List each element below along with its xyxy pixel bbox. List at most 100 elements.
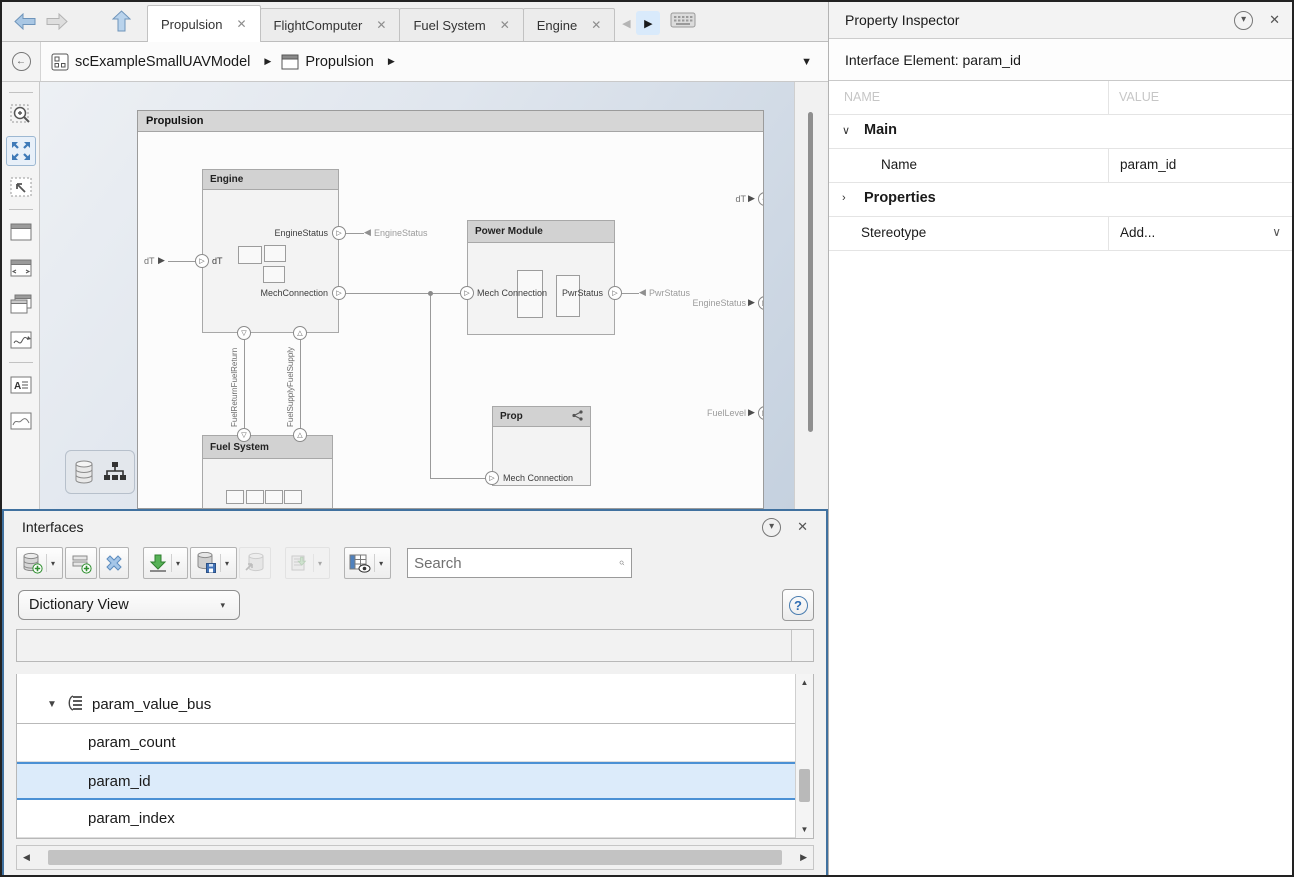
breadcrumb-back-button[interactable]: ← bbox=[2, 42, 41, 81]
link-dictionary-button[interactable] bbox=[239, 547, 271, 579]
section-main[interactable]: ∨ Main bbox=[829, 115, 1294, 149]
scrollbar-thumb[interactable] bbox=[48, 850, 782, 865]
generate-button[interactable]: ▾ bbox=[285, 547, 330, 579]
add-signal-component-button[interactable] bbox=[6, 325, 36, 355]
scrollbar-thumb[interactable] bbox=[808, 112, 813, 432]
delete-button[interactable] bbox=[99, 547, 129, 579]
scroll-right-icon[interactable]: ▶ bbox=[800, 852, 807, 863]
keyboard-shortcuts-button[interactable] bbox=[670, 12, 696, 33]
tab-scroll-right-button[interactable]: ▶ bbox=[636, 11, 660, 35]
tab-engine[interactable]: Engine ✕ bbox=[523, 8, 616, 41]
scroll-up-icon[interactable]: ▲ bbox=[796, 678, 813, 687]
dropdown-arrow-icon[interactable]: ▾ bbox=[374, 554, 387, 572]
add-element-button[interactable] bbox=[65, 547, 97, 579]
fit-to-view-icon bbox=[10, 140, 32, 162]
edge-port-dt[interactable]: ◁ bbox=[758, 192, 764, 206]
engine-port-enginestatus[interactable]: ▷ bbox=[332, 226, 346, 240]
interfaces-tree-rows: ▼ param_value_bus param_count param_id bbox=[17, 674, 795, 838]
add-component-button[interactable] bbox=[6, 217, 36, 247]
fuel-system-port-fuelreturn[interactable]: ▽ bbox=[237, 428, 251, 442]
section-properties[interactable]: › Properties bbox=[829, 183, 1294, 217]
engine-port-dt[interactable]: ▷ bbox=[195, 254, 209, 268]
scroll-left-icon[interactable]: ◀ bbox=[23, 852, 30, 863]
engine-inner-block bbox=[238, 246, 262, 264]
tree-vertical-scrollbar[interactable]: ▲ ▼ bbox=[795, 674, 813, 838]
property-name-value[interactable]: param_id bbox=[1120, 157, 1176, 172]
property-row-stereotype[interactable]: Stereotype Add... ∨ bbox=[829, 217, 1294, 251]
column-name-label: NAME bbox=[844, 90, 880, 104]
power-module-port-mech[interactable]: ▷ bbox=[460, 286, 474, 300]
fit-to-view-button[interactable] bbox=[6, 136, 36, 166]
scrollbar-thumb[interactable] bbox=[799, 769, 810, 802]
expander-icon[interactable]: ▼ bbox=[47, 699, 61, 710]
diagram-canvas[interactable]: Propulsion Engine EngineStatus dT MechCo… bbox=[40, 82, 794, 509]
tab-flightcomputer[interactable]: FlightComputer ✕ bbox=[260, 8, 401, 41]
help-button[interactable]: ? bbox=[782, 589, 814, 621]
scroll-down-icon[interactable]: ▼ bbox=[796, 825, 813, 834]
power-module-port-label-mech: Mech Connection bbox=[477, 288, 547, 298]
add-interface-button[interactable]: ▾ bbox=[16, 547, 63, 579]
search-input[interactable] bbox=[408, 555, 619, 572]
import-button[interactable]: ▾ bbox=[143, 547, 188, 579]
column-divider bbox=[1108, 217, 1109, 250]
add-variant-component-button[interactable] bbox=[6, 253, 36, 283]
tab-close-icon[interactable]: ✕ bbox=[500, 18, 510, 32]
view-mode-badge[interactable] bbox=[65, 450, 135, 494]
breadcrumb-dropdown-icon[interactable]: ▼ bbox=[801, 56, 812, 68]
fuel-system-port-fuelsupply[interactable]: △ bbox=[293, 428, 307, 442]
breadcrumb-model[interactable]: scExampleSmallUAVModel ▶ bbox=[51, 53, 271, 71]
tab-fuel-system[interactable]: Fuel System ✕ bbox=[399, 8, 523, 41]
add-annotation-button[interactable]: A bbox=[6, 370, 36, 400]
tree-row-param-id[interactable]: param_id bbox=[17, 762, 795, 800]
panel-close-icon[interactable]: ✕ bbox=[1269, 12, 1280, 28]
tree-row-param-count[interactable]: param_count bbox=[17, 724, 795, 762]
property-row-name[interactable]: Name param_id bbox=[829, 149, 1294, 183]
stereotype-value-dropdown[interactable]: Add... bbox=[1120, 225, 1155, 240]
edge-port-fuellevel[interactable]: ▷ bbox=[758, 406, 764, 420]
panel-menu-icon[interactable]: ▾ bbox=[1234, 11, 1253, 30]
save-dictionary-button[interactable]: ▾ bbox=[190, 547, 237, 579]
breadcrumb-separator-icon: ▶ bbox=[264, 56, 271, 67]
tab-scroll-left-button[interactable]: ◀ bbox=[618, 11, 634, 35]
power-module-port-pwr[interactable]: ▷ bbox=[608, 286, 622, 300]
breadcrumb-current[interactable]: Propulsion ▶ bbox=[281, 54, 394, 70]
add-image-button[interactable] bbox=[6, 406, 36, 436]
add-element-icon bbox=[69, 552, 93, 574]
tab-label: Engine bbox=[537, 18, 577, 33]
toolbar-divider bbox=[9, 362, 33, 363]
tab-close-icon[interactable]: ✕ bbox=[376, 18, 386, 32]
section-collapsed-icon[interactable]: › bbox=[842, 192, 846, 204]
tab-close-icon[interactable]: ✕ bbox=[591, 18, 601, 32]
prop-port-mech[interactable]: ▷ bbox=[485, 471, 499, 485]
engine-port-fuelsupply[interactable]: △ bbox=[293, 326, 307, 340]
edge-port-enginestatus[interactable]: ▷ bbox=[758, 296, 764, 310]
column-visibility-button[interactable]: ▾ bbox=[344, 547, 391, 579]
navigate-back-button[interactable] bbox=[14, 1, 36, 41]
select-region-button[interactable] bbox=[6, 172, 36, 202]
engine-port-fuelreturn[interactable]: ▽ bbox=[237, 326, 251, 340]
tab-close-icon[interactable]: ✕ bbox=[236, 17, 246, 31]
canvas-vertical-scrollbar[interactable] bbox=[794, 82, 826, 509]
zoom-to-selection-button[interactable] bbox=[6, 100, 36, 130]
navigate-up-button[interactable] bbox=[112, 1, 131, 41]
view-selector[interactable]: Dictionary View ▾ bbox=[18, 590, 240, 620]
engine-port-mech[interactable]: ▷ bbox=[332, 286, 346, 300]
dropdown-arrow-icon[interactable]: ▾ bbox=[220, 554, 233, 572]
stereotype-dropdown-icon[interactable]: ∨ bbox=[1272, 225, 1281, 239]
tree-row-param-value-bus[interactable]: ▼ param_value_bus bbox=[17, 686, 795, 724]
dropdown-arrow-icon[interactable]: ▾ bbox=[171, 554, 184, 572]
navigate-forward-button[interactable] bbox=[46, 1, 68, 41]
dropdown-arrow-icon[interactable]: ▾ bbox=[313, 554, 326, 572]
dropdown-arrow-icon[interactable]: ▾ bbox=[46, 554, 59, 572]
tree-horizontal-scrollbar[interactable]: ◀ ▶ bbox=[16, 845, 814, 870]
propulsion-container-block[interactable]: Propulsion Engine EngineStatus dT MechCo… bbox=[137, 110, 764, 509]
panel-close-icon[interactable]: ✕ bbox=[797, 519, 808, 535]
add-reference-component-button[interactable] bbox=[6, 289, 36, 319]
enginestatus-signal-icon: ◀ bbox=[364, 228, 371, 237]
section-expanded-icon[interactable]: ∨ bbox=[842, 124, 850, 137]
tree-row-param-index[interactable]: param_index bbox=[17, 800, 795, 838]
tab-propulsion[interactable]: Propulsion ✕ bbox=[147, 5, 261, 42]
panel-menu-icon[interactable]: ▾ bbox=[762, 518, 781, 537]
search-icon[interactable] bbox=[619, 553, 625, 573]
dropdown-arrow-icon: ▾ bbox=[220, 600, 225, 611]
